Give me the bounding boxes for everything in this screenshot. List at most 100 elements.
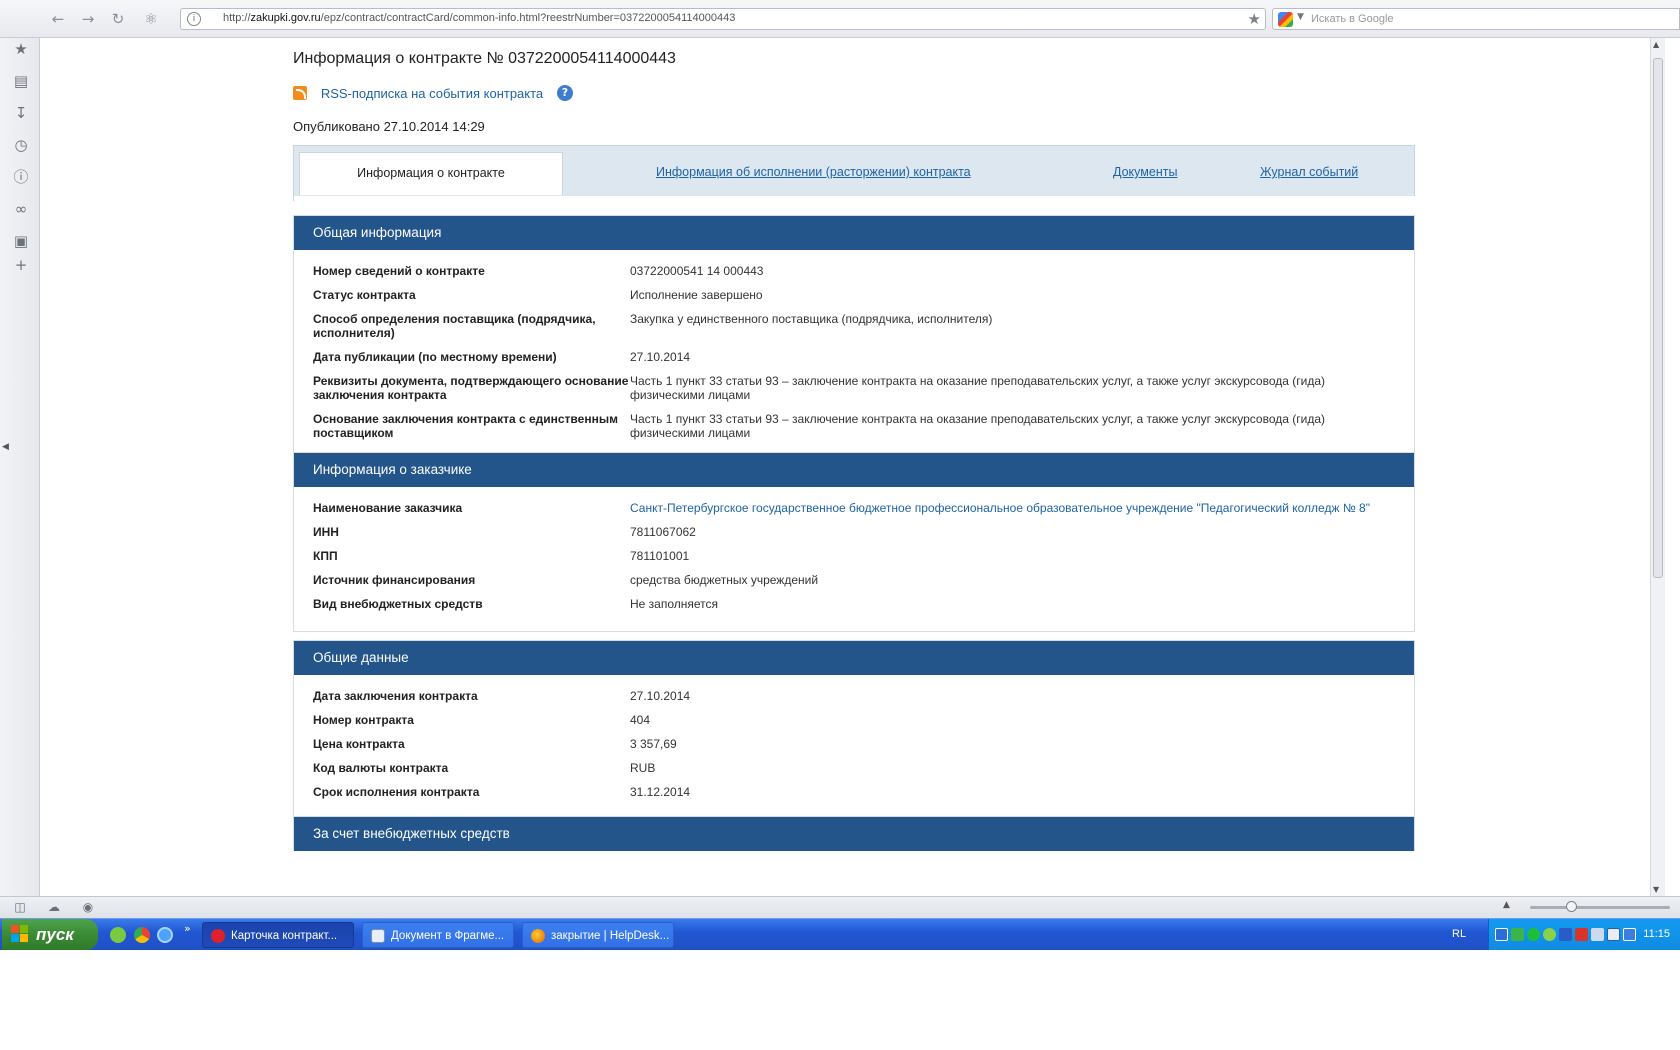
row-label: Статус контракта [313, 288, 416, 302]
info-row: Номер контракта 404 [294, 713, 1414, 727]
scroll-down-icon[interactable]: ▼ [1653, 885, 1659, 894]
forward-arrow-icon[interactable]: → [77, 9, 99, 29]
clock[interactable]: 11:15 [1643, 928, 1670, 940]
back-arrow-icon[interactable]: ← [47, 9, 69, 29]
row-value: 03722000541 14 000443 [630, 264, 764, 278]
ie-icon[interactable] [157, 927, 173, 943]
page-title: Информация о контракте № 037220005411400… [293, 50, 676, 67]
opera-icon [211, 929, 225, 943]
chrome-icon[interactable] [134, 927, 150, 943]
rss-row: RSS-подписка на события контракта ? [293, 85, 573, 103]
row-label: Наименование заказчика [313, 501, 463, 515]
contract-tabs: Информация о контракте Информация об исп… [293, 145, 1416, 203]
volume-icon[interactable] [1591, 928, 1604, 941]
row-value: 27.10.2014 [630, 350, 691, 364]
section-customer-info: Информация о заказчике Наименование зака… [293, 452, 1415, 632]
tab-execution-info[interactable]: Информация об исполнении (расторжении) к… [656, 152, 971, 194]
row-label: Основание заключения контракта с единств… [313, 412, 618, 440]
row-label: Срок исполнения контракта [313, 785, 480, 799]
start-label: пуск [36, 925, 74, 944]
rss-icon[interactable] [293, 86, 307, 100]
links-icon[interactable]: ∞ [12, 200, 30, 218]
tab-documents[interactable]: Документы [1113, 152, 1177, 194]
taskbar-button-label: Документ в Фрагме... [391, 930, 505, 942]
row-value: Часть 1 пункт 33 статьи 93 – заключение … [630, 374, 1326, 402]
page-scrollbar[interactable]: ▲ ▼ [1650, 38, 1665, 896]
quicklaunch-chevron[interactable]: » [184, 922, 191, 935]
bookmarks-star-icon[interactable]: ★ [12, 40, 30, 58]
windows-panel-icon[interactable]: ▣ [12, 232, 30, 250]
start-button[interactable]: пуск [2, 919, 98, 950]
info-row: Источник финансирования средства бюджетн… [294, 573, 1414, 587]
url-path: /epz/contract/contractCard/common-info.h… [320, 12, 736, 24]
sidebar-collapse-icon[interactable]: ◀ [2, 442, 9, 452]
tray-app-icon[interactable] [1495, 928, 1508, 941]
search-bar[interactable]: ▼ Искать в Google [1272, 8, 1680, 30]
tab-contract-info[interactable]: Информация о контракте [299, 152, 563, 196]
tray-k-icon[interactable] [1575, 928, 1588, 941]
zoom-slider[interactable] [1530, 901, 1670, 912]
quicklaunch-app-icon[interactable] [110, 927, 126, 943]
info-row: Цена контракта 3 357,69 [294, 737, 1414, 751]
tray-a-icon[interactable] [1511, 928, 1524, 941]
search-placeholder[interactable]: Искать в Google [1311, 13, 1394, 25]
scroll-up-icon[interactable]: ▲ [1653, 40, 1659, 49]
section-extrabudget: За счет внебюджетных средств [293, 816, 1415, 851]
address-bar[interactable]: i http://zakupki.gov.ru/epz/contract/con… [180, 8, 1266, 30]
zoom-slider-knob[interactable] [1566, 901, 1577, 912]
bookmark-star-icon[interactable]: ★ [1248, 10, 1261, 28]
zoom-menu-icon[interactable]: ▲ [1503, 900, 1510, 910]
notes-icon[interactable]: ▤ [12, 72, 30, 90]
info-row: КПП 781101001 [294, 549, 1414, 563]
cloud-icon[interactable]: ☁ [46, 900, 62, 915]
info-row: Реквизиты документа, подтверждающего осн… [294, 374, 1414, 402]
document-icon [371, 929, 385, 943]
row-value: Не заполняется [630, 597, 719, 611]
info-row: Срок исполнения контракта 31.12.2014 [294, 785, 1414, 799]
tray-flower-icon[interactable] [1543, 928, 1556, 941]
tabs-bottom-strip [294, 195, 1416, 203]
tab-event-log[interactable]: Журнал событий [1260, 152, 1358, 194]
empty-area [0, 950, 1680, 1050]
info-icon[interactable]: ⓘ [12, 168, 30, 186]
row-value: средства бюджетных учреждений [630, 573, 819, 587]
row-label: Вид внебюджетных средств [313, 597, 483, 611]
customer-name-link[interactable]: Санкт-Петербургское государственное бюдж… [630, 501, 1390, 515]
section-header: Общая информация [294, 216, 1414, 250]
published-date: Опубликовано 27.10.2014 14:29 [293, 119, 485, 134]
reload-icon[interactable]: ↻ [107, 9, 129, 29]
rss-subscription-link[interactable]: RSS-подписка на события контракта [321, 86, 543, 101]
info-row: Номер сведений о контракте 03722000541 1… [294, 264, 1414, 278]
language-indicator[interactable]: RL [1452, 928, 1466, 940]
info-row: Дата заключения контракта 27.10.2014 [294, 689, 1414, 703]
taskbar-button-opera[interactable]: Карточка контракт... [202, 922, 354, 948]
scroll-thumb[interactable] [1653, 58, 1663, 578]
address-url[interactable]: http://zakupki.gov.ru/epz/contract/contr… [223, 12, 735, 24]
tray-monitor-icon[interactable] [1607, 928, 1620, 941]
tray-window-icon[interactable] [1623, 928, 1636, 941]
tray-network-icon[interactable] [1559, 928, 1572, 941]
help-icon[interactable]: ? [556, 85, 573, 101]
google-icon[interactable] [1278, 12, 1293, 27]
system-tray: 11:15 [1488, 919, 1680, 951]
info-row: Статус контракта Исполнение завершено [294, 288, 1414, 302]
row-value: 404 [630, 713, 651, 727]
url-prefix: http:// [223, 12, 251, 24]
turbo-icon[interactable]: ◉ [80, 900, 96, 915]
info-row: Вид внебюджетных средств Не заполняется [294, 597, 1414, 611]
search-engine-dropdown-icon[interactable]: ▼ [1297, 12, 1304, 22]
url-host: zakupki.gov.ru [250, 12, 321, 24]
section-common-data: Общие данные Дата заключения контракта 2… [293, 640, 1415, 820]
tray-green-icon[interactable] [1527, 928, 1540, 941]
windows-flag-icon [11, 925, 29, 943]
info-row: Основание заключения контракта с единств… [294, 412, 1414, 440]
downloads-icon[interactable]: ↧ [12, 104, 30, 122]
taskbar-button-document[interactable]: Документ в Фрагме... [362, 922, 514, 948]
site-info-icon[interactable]: i [187, 12, 201, 26]
add-panel-icon[interactable]: + [12, 256, 30, 274]
key-icon[interactable]: ⚛ [137, 9, 165, 29]
panel-toggle-icon[interactable]: ◫ [12, 900, 28, 915]
info-row: Наименование заказчика Санкт-Петербургск… [294, 501, 1414, 515]
taskbar-button-firefox[interactable]: закрытие | HelpDesk... [522, 922, 674, 948]
history-clock-icon[interactable]: ◷ [12, 136, 30, 154]
